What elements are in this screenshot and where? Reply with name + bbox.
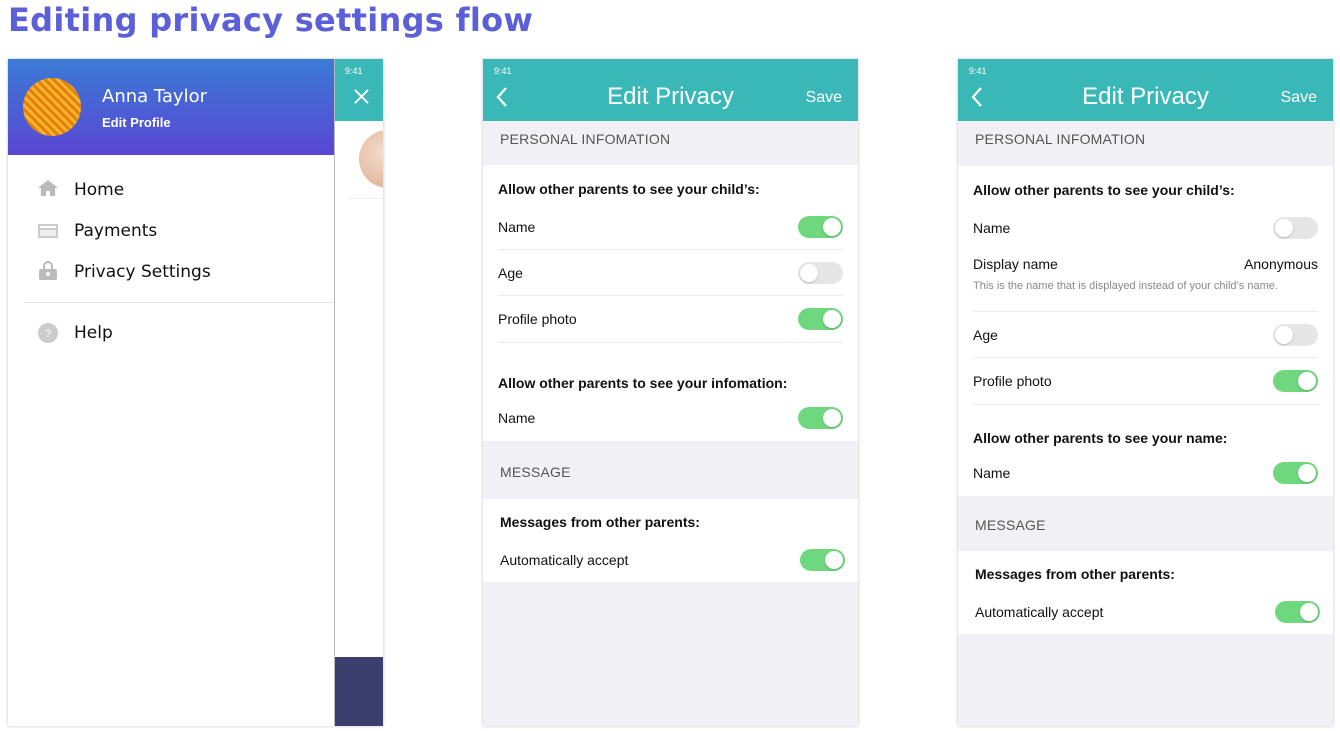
toggle-auto-accept[interactable] xyxy=(800,549,845,571)
svg-text:?: ? xyxy=(45,328,51,340)
you-heading: Allow other parents to see your infomati… xyxy=(498,375,788,391)
msg-heading: Messages from other parents: xyxy=(500,514,700,530)
section-message: MESSAGE xyxy=(500,464,571,480)
drawer-screen: Anna Taylor Edit Profile Home Payments P… xyxy=(8,59,383,726)
drawer-header: Anna Taylor Edit Profile xyxy=(8,59,334,155)
divider xyxy=(973,311,1318,312)
menu-item-payments[interactable]: Payments xyxy=(8,219,334,243)
divider xyxy=(498,249,843,250)
home-icon xyxy=(38,180,58,196)
credit-card-icon xyxy=(38,224,58,238)
toggle-child-name[interactable] xyxy=(798,216,843,238)
msg-heading: Messages from other parents: xyxy=(975,566,1175,582)
edit-privacy-screen-display-name: 9:41 Edit Privacy Save PERSONAL INFOMATI… xyxy=(958,59,1333,726)
lock-icon xyxy=(39,261,57,280)
edit-profile-link[interactable]: Edit Profile xyxy=(102,115,171,130)
section-personal: PERSONAL INFOMATION xyxy=(975,131,1146,147)
toggle-you-name[interactable] xyxy=(1273,462,1318,484)
toggle-auto-accept[interactable] xyxy=(1275,601,1320,623)
row-child-photo: Profile photo xyxy=(498,311,577,327)
status-time: 9:41 xyxy=(494,66,512,76)
row-you-name: Name xyxy=(498,410,536,426)
toggle-child-photo[interactable] xyxy=(1273,370,1318,392)
user-name: Anna Taylor xyxy=(102,86,207,107)
underlying-screen-header: 9:41 xyxy=(335,59,383,121)
toggle-child-photo[interactable] xyxy=(798,308,843,330)
child-avatar xyxy=(359,130,383,188)
divider xyxy=(973,404,1318,405)
divider xyxy=(498,295,843,296)
section-message: MESSAGE xyxy=(975,517,1046,533)
close-icon[interactable] xyxy=(354,89,369,104)
row-auto-accept: Automatically accept xyxy=(975,604,1104,620)
menu-item-privacy-settings[interactable]: Privacy Settings xyxy=(8,260,334,284)
status-time: 9:41 xyxy=(345,66,363,76)
row-child-age: Age xyxy=(498,265,523,281)
save-button[interactable]: Save xyxy=(1281,88,1317,108)
child-heading: Allow other parents to see your child’s: xyxy=(498,181,760,197)
bottom-bar xyxy=(335,657,383,726)
menu-divider xyxy=(24,302,334,303)
list-divider xyxy=(348,198,383,199)
display-name-hint: This is the name that is displayed inste… xyxy=(973,280,1278,292)
page-title: Edit Privacy xyxy=(1082,83,1209,110)
page-title: Edit Privacy xyxy=(607,83,734,110)
flow-title: Editing privacy settings flow xyxy=(8,1,534,39)
row-auto-accept: Automatically accept xyxy=(500,552,629,568)
drawer-edge xyxy=(334,59,335,726)
you-heading: Allow other parents to see your name: xyxy=(973,430,1228,446)
avatar[interactable] xyxy=(23,78,81,136)
divider xyxy=(973,357,1318,358)
status-time: 9:41 xyxy=(969,66,987,76)
menu-item-help[interactable]: ? Help xyxy=(8,321,334,345)
help-icon: ? xyxy=(38,323,58,343)
toggle-you-name[interactable] xyxy=(798,407,843,429)
menu-item-home[interactable]: Home xyxy=(8,178,334,202)
section-personal: PERSONAL INFOMATION xyxy=(500,131,671,147)
row-child-name: Name xyxy=(498,219,536,235)
toggle-child-age[interactable] xyxy=(798,262,843,284)
row-you-name: Name xyxy=(973,465,1011,481)
nav-bar: 9:41 Edit Privacy Save xyxy=(483,59,858,121)
menu-label: Home xyxy=(74,180,125,200)
child-heading: Allow other parents to see your child’s: xyxy=(973,182,1235,198)
save-button[interactable]: Save xyxy=(806,88,842,108)
row-child-age: Age xyxy=(973,327,998,343)
divider xyxy=(498,342,843,343)
menu-label: Help xyxy=(74,323,113,343)
menu-label: Privacy Settings xyxy=(74,262,211,282)
nav-bar: 9:41 Edit Privacy Save xyxy=(958,59,1333,121)
menu-label: Payments xyxy=(74,221,158,241)
toggle-child-name[interactable] xyxy=(1273,217,1318,239)
row-child-photo: Profile photo xyxy=(973,373,1052,389)
display-name-value[interactable]: Anonymous xyxy=(1244,252,1318,276)
toggle-child-age[interactable] xyxy=(1273,324,1318,346)
personal-card xyxy=(483,165,858,441)
row-child-name: Name xyxy=(973,220,1011,236)
edit-privacy-screen: 9:41 Edit Privacy Save PERSONAL INFOMATI… xyxy=(483,59,858,726)
